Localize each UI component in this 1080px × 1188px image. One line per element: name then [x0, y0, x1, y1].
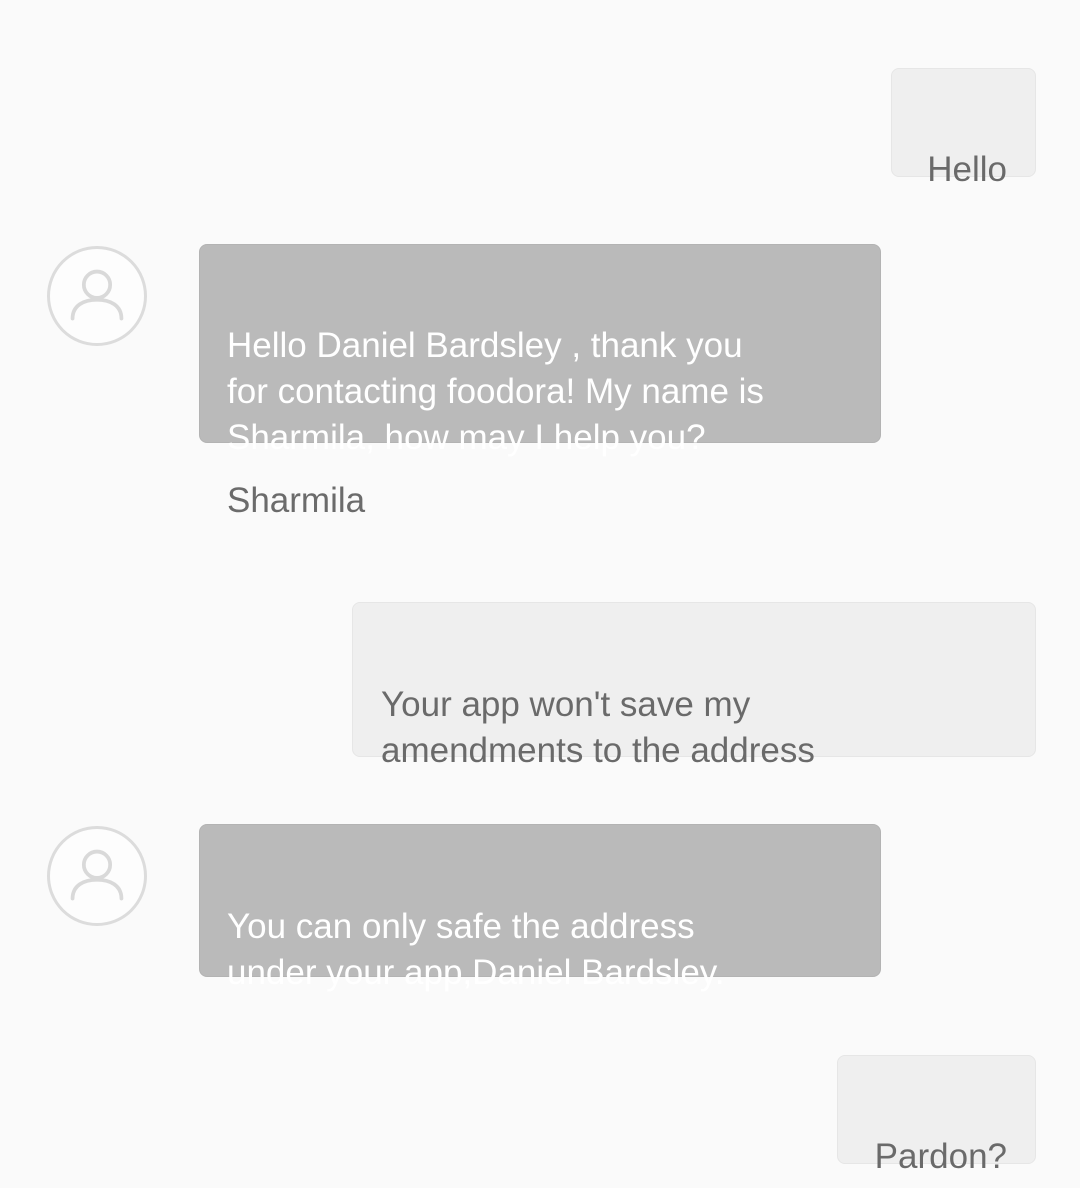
- user-message-text: Pardon?: [874, 1137, 1007, 1176]
- agent-name-label: Sharmila: [227, 481, 366, 520]
- chat-transcript: Hello Hello Daniel Bardsley , thank you …: [0, 0, 1080, 1188]
- user-message-bubble: Pardon?: [837, 1055, 1036, 1176]
- user-avatar-icon: [70, 269, 124, 321]
- agent-message-text: Hello Daniel Bardsley , thank you for co…: [227, 326, 764, 457]
- agent-message-bubble: Hello Daniel Bardsley , thank you for co…: [199, 244, 881, 457]
- user-message-bubble: Your app won't save my amendments to the…: [352, 602, 1036, 770]
- agent-message-bubble: You can only safe the address under your…: [199, 824, 881, 992]
- user-message-text: Your app won't save my amendments to the…: [381, 685, 815, 770]
- user-message-text: Hello: [927, 150, 1007, 189]
- user-avatar-icon: [70, 849, 124, 901]
- user-message-bubble: Hello: [891, 68, 1036, 189]
- agent-avatar: [47, 826, 147, 926]
- agent-message-text: You can only safe the address under your…: [227, 907, 725, 992]
- agent-avatar: [47, 246, 147, 346]
